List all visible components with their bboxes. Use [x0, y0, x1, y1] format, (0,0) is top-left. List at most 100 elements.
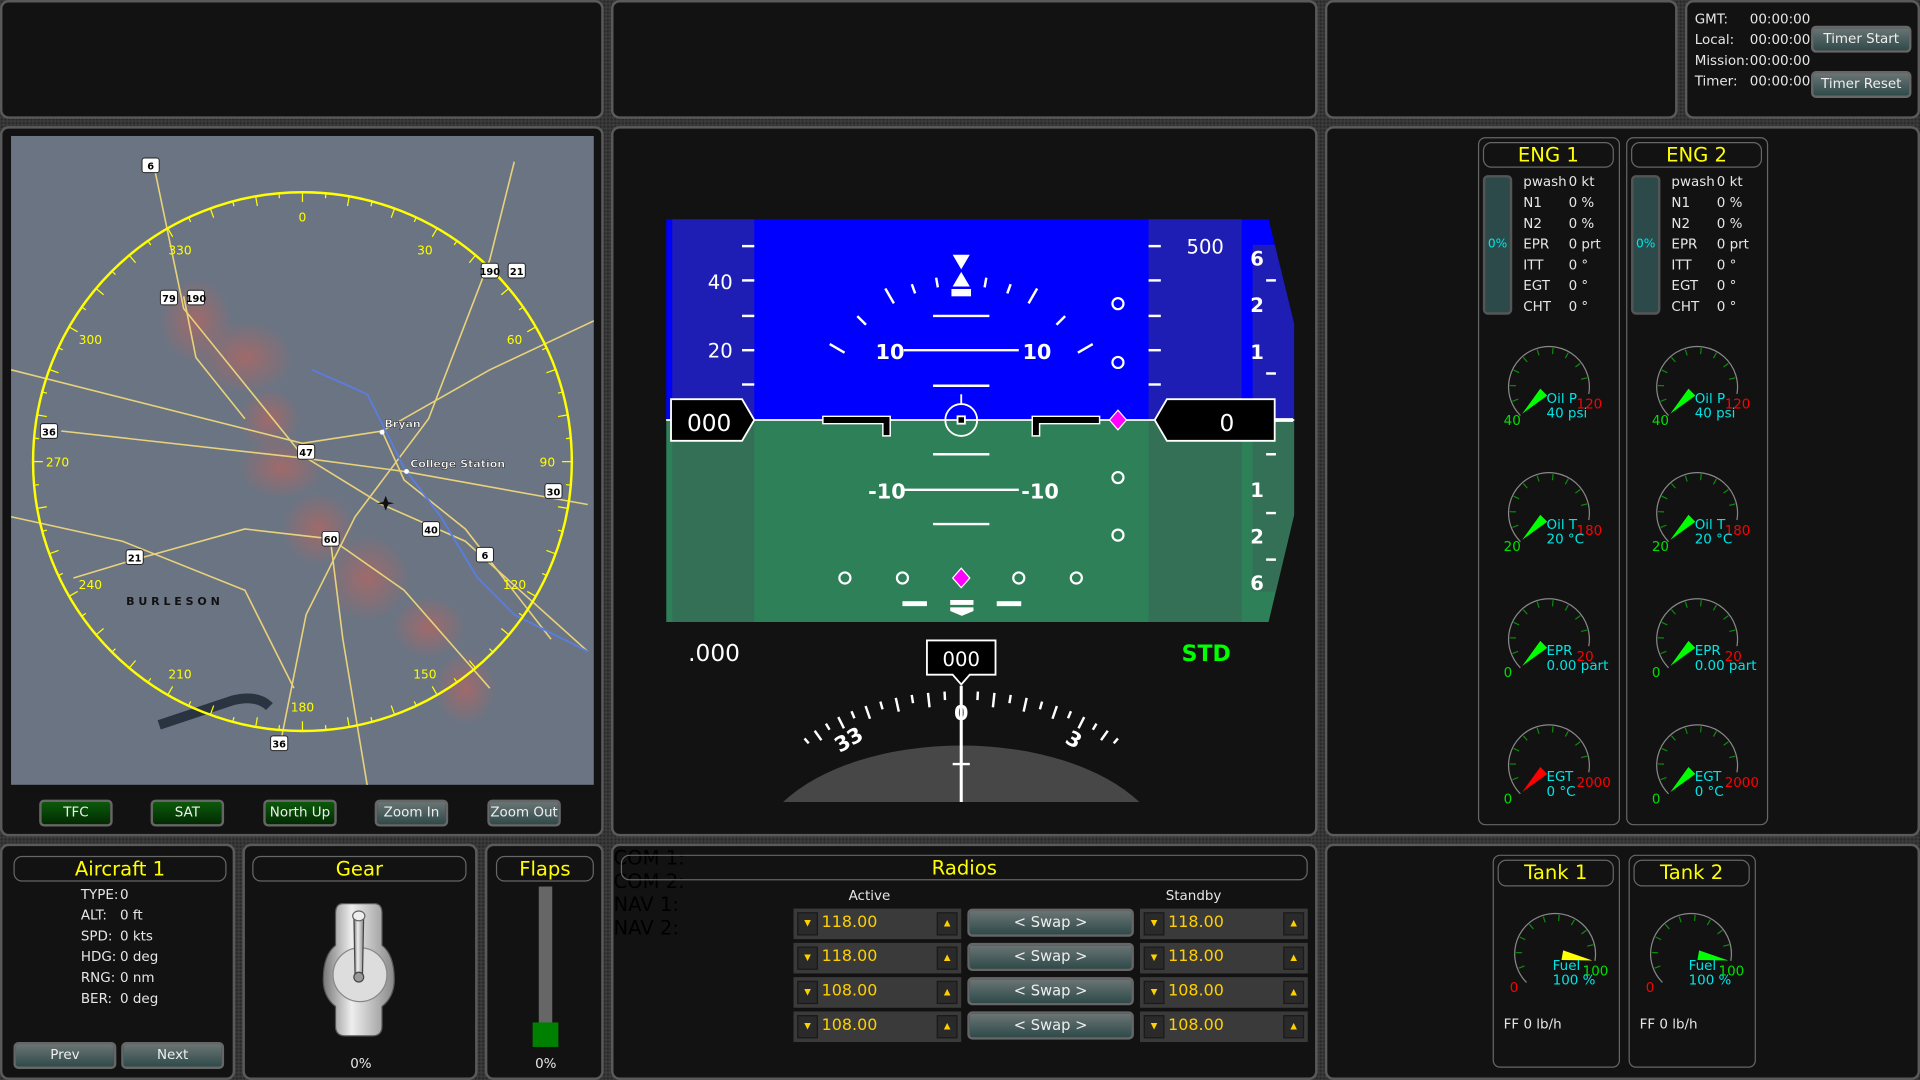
gauge-needle: [1522, 640, 1548, 667]
engine-param-value: 0 °: [1716, 257, 1737, 274]
baro-setting[interactable]: .000: [688, 640, 740, 667]
gauge-tick: [1551, 474, 1554, 481]
active-frequency[interactable]: 108.00: [822, 982, 878, 1000]
engine-param-label: N1: [1523, 194, 1542, 211]
gauge-max-label: 2000: [1577, 776, 1611, 791]
active-frequency[interactable]: 118.00: [822, 913, 878, 931]
gauge-tick: [1729, 503, 1736, 506]
flaps-slider-track[interactable]: [538, 886, 553, 1032]
aircraft-field-label: BER:: [80, 990, 113, 1007]
standby-frequency[interactable]: 118.00: [1168, 913, 1224, 931]
altitude-readout: 0: [1219, 410, 1234, 437]
gauge-tick: [1684, 601, 1688, 608]
increment-arrow-icon[interactable]: ▲: [1283, 946, 1305, 970]
engine-param-value: 0 °: [1716, 298, 1737, 315]
gauge-tick: [1512, 776, 1519, 781]
zoom-in-button[interactable]: Zoom In: [374, 799, 449, 827]
aircraft-field-value: 0 ft: [120, 907, 143, 924]
gauge-tick: [1587, 944, 1594, 947]
standby-frequency-spinner[interactable]: ▼ 118.00 ▲: [1140, 908, 1308, 940]
decrement-arrow-icon[interactable]: ▼: [797, 946, 818, 970]
north-up-button[interactable]: North Up: [263, 799, 337, 827]
active-frequency[interactable]: 108.00: [822, 1016, 878, 1034]
gear-lever-toggle[interactable]: [321, 901, 399, 1038]
increment-arrow-icon[interactable]: ▲: [1283, 912, 1305, 936]
swap-button[interactable]: < Swap >: [967, 977, 1134, 1006]
gauge-label: Fuel: [1553, 959, 1581, 974]
prev-button[interactable]: Prev: [13, 1042, 117, 1069]
decrement-arrow-icon[interactable]: ▼: [1143, 980, 1165, 1005]
sat-button[interactable]: SAT: [150, 799, 225, 827]
timer-reset-button[interactable]: Timer Reset: [1811, 71, 1912, 98]
gauge-tick: [1723, 615, 1729, 620]
gauge-tick: [1513, 621, 1520, 626]
swap-button[interactable]: < Swap >: [967, 942, 1134, 972]
throttle-bar[interactable]: 0%: [1482, 175, 1513, 315]
gauge-value: 0 °C: [1547, 785, 1576, 800]
active-frequency[interactable]: 118.00: [822, 948, 878, 966]
next-button[interactable]: Next: [121, 1042, 225, 1069]
increment-arrow-icon[interactable]: ▲: [936, 1015, 958, 1039]
timer-start-button[interactable]: Timer Start: [1811, 25, 1912, 53]
radios-panel: Radios Active Standby COM 1: ▼ 118.00 ▲ ▼ 118…: [611, 843, 1318, 1080]
tfc-button[interactable]: TFC: [39, 799, 113, 827]
top-panel-2: [611, 0, 1318, 119]
increment-arrow-icon[interactable]: ▲: [936, 912, 958, 936]
decrement-arrow-icon[interactable]: ▼: [1143, 912, 1165, 936]
place-college-station: College Station: [410, 458, 505, 471]
gauge-tick: [1712, 352, 1717, 359]
tanks-panel: Tank 1 0 100 Fuel 100 % FF 0 lb/h Tank 2 0 100 Fu…: [1324, 843, 1920, 1080]
swap-button[interactable]: < Swap >: [967, 1011, 1134, 1040]
road-shield-number: 36: [42, 427, 56, 438]
active-frequency-spinner[interactable]: ▼ 108.00 ▲: [793, 977, 962, 1008]
gauge-min-label: 40: [1652, 414, 1669, 429]
vsi-label: 1: [1250, 479, 1264, 502]
decrement-arrow-icon[interactable]: ▼: [1143, 1015, 1165, 1039]
ring-label: 180: [291, 700, 314, 714]
standby-frequency-spinner[interactable]: ▼ 108.00 ▲: [1140, 977, 1308, 1008]
gauge-tick: [1661, 621, 1668, 626]
gauge-tick: [1580, 629, 1588, 633]
gauge-tick: [1693, 914, 1696, 922]
standby-frequency[interactable]: 108.00: [1168, 1016, 1224, 1034]
increment-arrow-icon[interactable]: ▲: [1283, 980, 1305, 1005]
vsi-label: 6: [1250, 248, 1264, 271]
fuel-flow: FF 0 lb/h: [1639, 1016, 1698, 1033]
gauge-min-label: 0: [1646, 981, 1655, 996]
baro-mode[interactable]: STD: [1182, 642, 1231, 667]
gauge-tick: [1660, 398, 1667, 402]
active-frequency-spinner[interactable]: ▼ 108.00 ▲: [793, 1011, 962, 1043]
speed-label: 40: [708, 271, 733, 294]
road-shield-number: 40: [424, 525, 438, 536]
active-frequency-spinner[interactable]: ▼ 118.00 ▲: [793, 908, 962, 940]
throttle-value: 0%: [1635, 237, 1656, 252]
engine-param-value: 0 %: [1716, 215, 1743, 232]
swap-button[interactable]: < Swap >: [967, 908, 1134, 937]
flaps-slider-handle[interactable]: [532, 1022, 559, 1047]
vsi-label: 2: [1250, 294, 1264, 317]
decrement-arrow-icon[interactable]: ▼: [797, 1015, 818, 1039]
gauge-min-label: 0: [1652, 792, 1661, 807]
gauge-tick: [1712, 478, 1717, 485]
standby-frequency[interactable]: 108.00: [1168, 982, 1224, 1000]
zoom-out-button[interactable]: Zoom Out: [487, 799, 561, 827]
increment-arrow-icon[interactable]: ▲: [936, 946, 958, 970]
moving-map[interactable]: 0 30 60 90 120 150 180 210 240 270 300 330 6 190 21 79…: [11, 135, 594, 785]
standby-frequency-spinner[interactable]: ▼ 108.00 ▲: [1140, 1011, 1308, 1043]
decrement-arrow-icon[interactable]: ▼: [797, 912, 818, 936]
college-station-dot: [404, 468, 409, 474]
increment-arrow-icon[interactable]: ▲: [936, 980, 958, 1005]
gauge-tick: [1513, 747, 1520, 752]
active-frequency-spinner[interactable]: ▼ 118.00 ▲: [793, 942, 962, 974]
standby-frequency[interactable]: 118.00: [1168, 948, 1224, 966]
gauge-tick: [1536, 475, 1540, 482]
engine-param-value: 0 °: [1716, 277, 1737, 294]
standby-frequency-spinner[interactable]: ▼ 118.00 ▲: [1140, 942, 1308, 974]
vsi-label: 1: [1250, 341, 1264, 364]
decrement-arrow-icon[interactable]: ▼: [797, 980, 818, 1005]
compass-tick: [1051, 705, 1059, 720]
increment-arrow-icon[interactable]: ▲: [1283, 1015, 1305, 1039]
engine-param-label: pwash: [1671, 173, 1715, 190]
throttle-bar[interactable]: 0%: [1631, 175, 1661, 315]
decrement-arrow-icon[interactable]: ▼: [1143, 946, 1165, 970]
